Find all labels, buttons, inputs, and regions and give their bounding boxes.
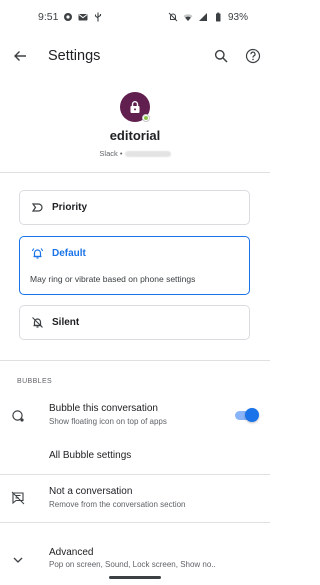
gesture-nav-handle[interactable]: [109, 576, 161, 579]
page-title: Settings: [48, 48, 101, 64]
divider: [0, 172, 270, 173]
all-bubble-settings-row[interactable]: All Bubble settings: [0, 444, 270, 468]
priority-icon: [31, 201, 44, 214]
all-bubble-settings-label: All Bubble settings: [49, 450, 132, 461]
option-default-label: Default: [52, 248, 86, 259]
not-conversation-row[interactable]: Not a conversation Remove from the conve…: [0, 480, 270, 516]
conversation-subtitle: Slack •: [0, 149, 270, 158]
toggle-thumb: [245, 408, 259, 422]
lock-icon: [130, 101, 140, 113]
signal-icon: [198, 12, 208, 22]
bubble-toggle[interactable]: [235, 408, 259, 422]
option-default-row: Default: [31, 247, 86, 260]
option-silent-row: Silent: [31, 316, 79, 329]
bubble-conversation-title: Bubble this conversation: [49, 403, 158, 414]
option-default-description: May ring or vibrate based on phone setti…: [30, 274, 196, 284]
advanced-subtitle: Pop on screen, Sound, Lock screen, Show …: [49, 560, 216, 569]
status-time: 9:51: [38, 11, 59, 23]
option-priority-row: Priority: [31, 201, 87, 214]
app-badge-icon: [142, 114, 150, 122]
app-bar: Settings: [0, 38, 270, 76]
bubble-conversation-row[interactable]: Bubble this conversation Show floating i…: [0, 398, 270, 432]
option-silent-label: Silent: [52, 317, 80, 328]
divider: [0, 474, 270, 475]
advanced-row[interactable]: Advanced Pop on screen, Sound, Lock scre…: [0, 540, 270, 574]
mute-icon: [168, 12, 178, 22]
option-default[interactable]: Default May ring or vibrate based on pho…: [19, 236, 250, 295]
advanced-title: Advanced: [49, 547, 94, 558]
not-conversation-subtitle: Remove from the conversation section: [49, 500, 186, 509]
not-conversation-title: Not a conversation: [49, 486, 133, 497]
mail-icon: [78, 12, 88, 22]
help-icon[interactable]: [244, 47, 262, 65]
section-header-bubbles: BUBBLES: [17, 378, 53, 385]
settings-icon: [63, 12, 73, 22]
usb-icon: [93, 12, 103, 22]
battery-percent: 93%: [227, 11, 248, 23]
status-right: 93%: [168, 12, 248, 23]
bubble-icon: [10, 408, 26, 424]
divider: [0, 360, 270, 361]
bell-off-icon: [31, 316, 44, 329]
divider: [0, 522, 270, 523]
conversation-app: Slack •: [99, 149, 123, 158]
redacted-text: [124, 151, 171, 158]
option-silent[interactable]: Silent: [19, 305, 250, 340]
status-bar: 9:51 93%: [0, 0, 270, 34]
conversation-name: editorial: [109, 128, 161, 143]
bubble-conversation-subtitle: Show floating icon on top of apps: [49, 417, 167, 426]
wifi-icon: [183, 12, 193, 22]
chevron-down-icon: [10, 552, 26, 568]
back-arrow-icon[interactable]: [10, 46, 30, 66]
status-left: 9:51: [38, 11, 103, 23]
chat-off-icon: [10, 490, 26, 506]
search-icon[interactable]: [212, 47, 230, 65]
option-priority-label: Priority: [52, 202, 88, 213]
option-priority[interactable]: Priority: [19, 190, 250, 225]
bell-ring-icon: [31, 247, 44, 260]
battery-icon: [213, 12, 223, 22]
